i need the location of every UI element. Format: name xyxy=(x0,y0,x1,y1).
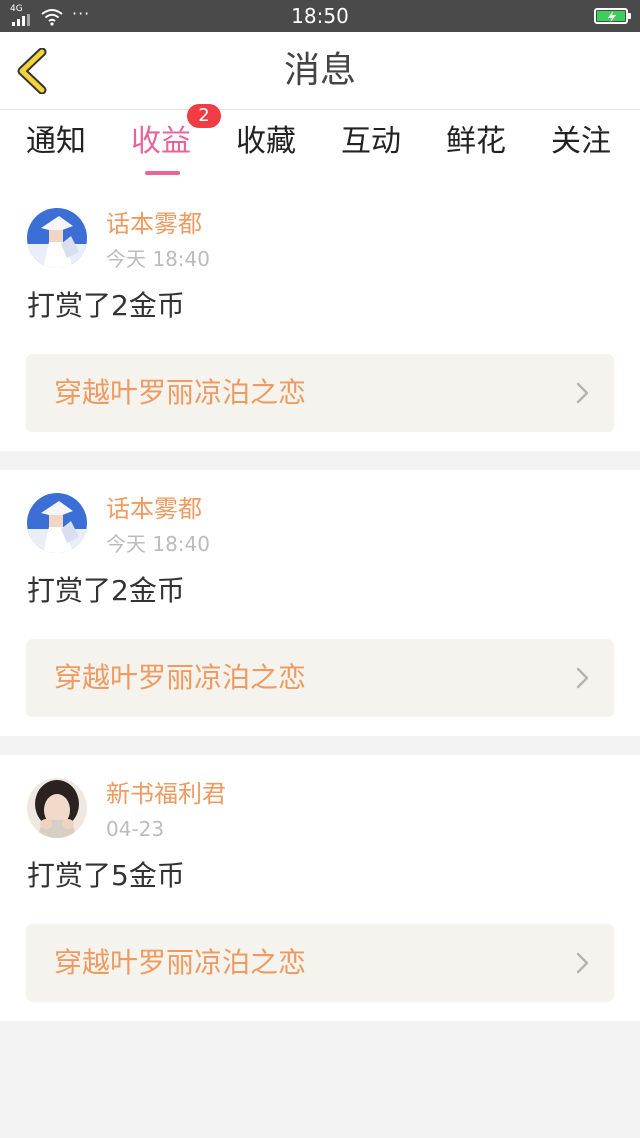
book-link[interactable]: 穿越叶罗丽凉泊之恋 xyxy=(26,924,614,1002)
tab-interactions[interactable]: 互动 xyxy=(341,124,401,160)
sender-name[interactable]: 话本雾都 xyxy=(106,494,202,524)
avatar-image xyxy=(27,493,87,553)
message-text: 打赏了5金币 xyxy=(27,859,185,892)
status-time: 18:50 xyxy=(291,4,349,28)
book-link[interactable]: 穿越叶罗丽凉泊之恋 xyxy=(26,639,614,717)
message-card: 新书福利君 04-23 打赏了5金币 穿越叶罗丽凉泊之恋 xyxy=(0,755,640,1021)
tab-follows[interactable]: 关注 xyxy=(551,124,611,160)
avatar-image xyxy=(27,778,87,838)
chevron-right-icon xyxy=(576,382,589,404)
message-time: 今天 18:40 xyxy=(106,532,210,556)
message-text: 打赏了2金币 xyxy=(27,574,185,607)
book-title: 穿越叶罗丽凉泊之恋 xyxy=(54,661,307,694)
message-card: 话本雾都 今天 18:40 打赏了2金币 穿越叶罗丽凉泊之恋 xyxy=(0,185,640,451)
message-time: 04-23 xyxy=(106,817,165,841)
status-bar: 4G ··· 18:50 xyxy=(0,0,640,32)
message-time: 今天 18:40 xyxy=(106,247,210,271)
tab-flowers[interactable]: 鲜花 xyxy=(446,124,506,160)
avatar[interactable] xyxy=(27,778,87,838)
sender-name[interactable]: 新书福利君 xyxy=(106,779,226,809)
page-title: 消息 xyxy=(283,50,356,91)
unread-badge: 2 xyxy=(187,104,221,128)
nav-bar: 消息 xyxy=(0,32,640,110)
avatar[interactable] xyxy=(27,208,87,268)
avatar[interactable] xyxy=(27,493,87,553)
chevron-right-icon xyxy=(576,952,589,974)
tab-bar: 通知 收益 2 收藏 互动 鲜花 关注 xyxy=(0,104,640,186)
book-title: 穿越叶罗丽凉泊之恋 xyxy=(54,376,307,409)
charging-icon xyxy=(608,11,616,23)
tab-notifications[interactable]: 通知 xyxy=(26,124,86,160)
book-title: 穿越叶罗丽凉泊之恋 xyxy=(54,946,307,979)
message-text: 打赏了2金币 xyxy=(27,289,185,322)
battery-icon xyxy=(594,8,631,24)
tab-favorites[interactable]: 收藏 xyxy=(236,124,296,160)
tab-earnings[interactable]: 收益 xyxy=(131,124,191,160)
chevron-right-icon xyxy=(576,667,589,689)
message-card: 话本雾都 今天 18:40 打赏了2金币 穿越叶罗丽凉泊之恋 xyxy=(0,470,640,736)
sender-name[interactable]: 话本雾都 xyxy=(106,209,202,239)
tab-earnings-label: 收益 xyxy=(131,124,191,159)
book-link[interactable]: 穿越叶罗丽凉泊之恋 xyxy=(26,354,614,432)
active-tab-indicator xyxy=(145,171,180,175)
avatar-image xyxy=(27,208,87,268)
